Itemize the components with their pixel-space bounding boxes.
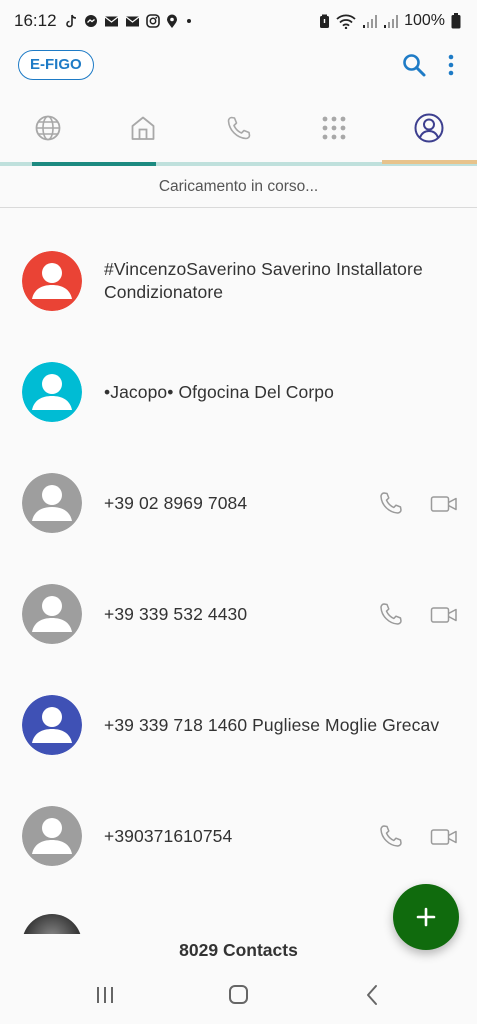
contact-name: +390371610754 bbox=[104, 825, 233, 846]
tab-bar bbox=[0, 96, 477, 160]
contact-name: +39 02 8969 7084 bbox=[104, 492, 248, 513]
alarm-icon bbox=[320, 14, 330, 28]
brand-button[interactable]: E-FIGO bbox=[18, 50, 94, 80]
wifi-icon bbox=[336, 14, 356, 29]
status-time: 16:12 bbox=[14, 11, 57, 30]
phone-icon bbox=[227, 116, 250, 140]
tab-web[interactable] bbox=[0, 96, 95, 160]
plus-icon bbox=[416, 907, 436, 927]
video-call-icon[interactable] bbox=[430, 493, 458, 515]
add-contact-button[interactable] bbox=[393, 884, 459, 950]
contact-avatar-icon[interactable] bbox=[22, 695, 82, 755]
video-call-icon[interactable] bbox=[430, 826, 458, 848]
profile-icon bbox=[414, 113, 444, 143]
recent-apps-icon[interactable] bbox=[95, 986, 115, 1004]
contact-name: +39 339 532 4430 bbox=[104, 603, 248, 624]
mail-icon bbox=[104, 16, 118, 26]
tab-calls[interactable] bbox=[191, 96, 286, 160]
system-icons: 100% bbox=[319, 12, 461, 30]
battery-icon bbox=[451, 13, 461, 29]
status-bar: 16:12 100% bbox=[0, 0, 477, 42]
notification-icons bbox=[65, 14, 194, 29]
tab-contacts[interactable] bbox=[382, 96, 477, 160]
home-button-icon[interactable] bbox=[229, 985, 248, 1004]
tab-dialpad[interactable] bbox=[286, 96, 381, 160]
contact-avatar-icon[interactable] bbox=[22, 362, 82, 422]
contact-row[interactable]: #VincenzoSaverino Saverino Installatore … bbox=[0, 226, 477, 336]
signal-icon bbox=[384, 14, 399, 28]
call-icon[interactable] bbox=[378, 490, 404, 516]
loading-banner: Caricamento in corso... bbox=[0, 168, 477, 208]
search-icon[interactable] bbox=[401, 52, 427, 78]
call-icon[interactable] bbox=[378, 823, 404, 849]
contact-avatar-icon[interactable] bbox=[22, 251, 82, 311]
dot-icon bbox=[186, 19, 191, 23]
location-icon bbox=[166, 14, 177, 28]
dialpad-icon bbox=[322, 116, 346, 140]
contact-row[interactable]: +390371610754 bbox=[0, 781, 477, 891]
mail-icon bbox=[125, 16, 139, 26]
partial-contact-avatar bbox=[22, 914, 82, 934]
home-icon bbox=[131, 116, 155, 140]
messenger-icon bbox=[84, 15, 97, 27]
contact-name: •Jacopo• Ofgocina Del Corpo bbox=[104, 381, 334, 402]
system-nav-bar bbox=[0, 968, 477, 1024]
contact-row[interactable]: +39 339 532 4430 bbox=[0, 559, 477, 669]
instagram-icon bbox=[145, 14, 160, 28]
more-vert-icon[interactable] bbox=[440, 52, 462, 78]
tab-home[interactable] bbox=[95, 96, 190, 160]
signal-icon bbox=[363, 14, 378, 28]
contact-name: #VincenzoSaverino Saverino Installatore … bbox=[104, 259, 423, 302]
tab-indicator-segment bbox=[32, 162, 156, 166]
tab-indicator-active bbox=[382, 160, 477, 164]
contact-row[interactable]: +39 339 718 1460 Pugliese Moglie Grecav bbox=[0, 670, 477, 780]
contact-row[interactable]: +39 02 8969 7084 bbox=[0, 448, 477, 558]
call-icon[interactable] bbox=[378, 601, 404, 627]
video-call-icon[interactable] bbox=[430, 604, 458, 626]
contact-avatar-icon[interactable] bbox=[22, 584, 82, 644]
globe-icon bbox=[35, 115, 61, 141]
app-bar: E-FIGO bbox=[0, 42, 477, 88]
tiktok-icon bbox=[65, 14, 76, 28]
back-icon[interactable] bbox=[364, 984, 380, 1006]
contact-avatar-icon[interactable] bbox=[22, 806, 82, 866]
contact-name: +39 339 718 1460 Pugliese Moglie Grecav bbox=[104, 714, 440, 735]
contact-row[interactable]: •Jacopo• Ofgocina Del Corpo bbox=[0, 337, 477, 447]
contact-avatar-icon[interactable] bbox=[22, 473, 82, 533]
battery-percentage: 100% bbox=[404, 12, 445, 29]
